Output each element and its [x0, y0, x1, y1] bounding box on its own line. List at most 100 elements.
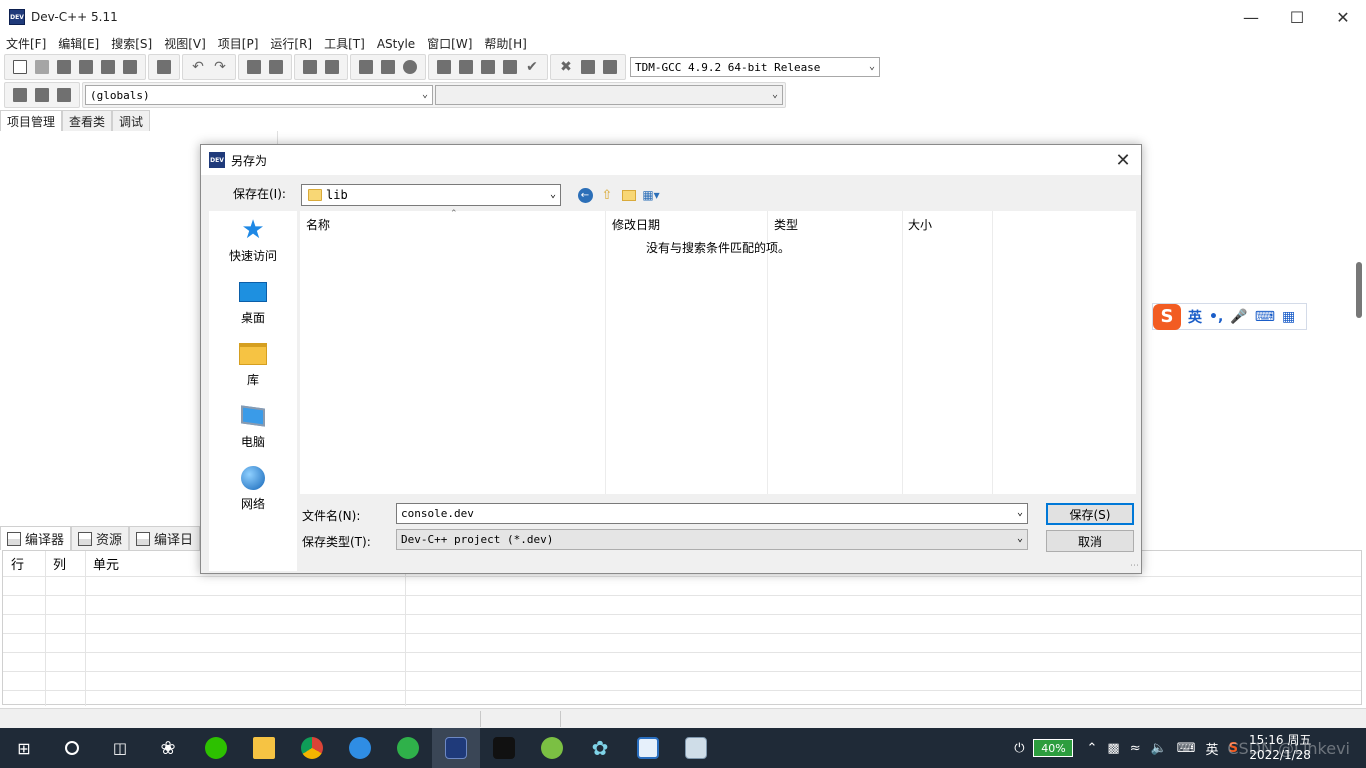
toggle-comment-icon[interactable]	[401, 58, 419, 76]
syntax-check-icon[interactable]: ✔	[523, 58, 541, 76]
profile-icon[interactable]	[601, 58, 619, 76]
menu-file[interactable]: 文件[F]	[0, 35, 52, 52]
green-circle-app-icon[interactable]	[528, 728, 576, 768]
tab-resources[interactable]: 资源	[71, 526, 130, 550]
volume-icon[interactable]: 🔈	[1151, 741, 1167, 756]
wechat-icon[interactable]	[192, 728, 240, 768]
scope-select[interactable]: (globals) ⌄	[85, 85, 433, 105]
close-all-icon[interactable]	[121, 58, 139, 76]
run-icon[interactable]	[457, 58, 475, 76]
column-size[interactable]: 大小	[908, 216, 932, 233]
chevron-up-icon[interactable]: ⌃	[1086, 741, 1097, 756]
menu-tools[interactable]: 工具[T]	[318, 35, 371, 52]
compiler-select[interactable]: TDM-GCC 4.9.2 64-bit Release ⌄	[630, 57, 880, 77]
tab-compile-log[interactable]: 编译日	[129, 526, 201, 550]
menu-astyle[interactable]: AStyle	[371, 37, 421, 51]
plus-app-icon[interactable]	[384, 728, 432, 768]
devcpp-taskbar-icon[interactable]	[432, 728, 480, 768]
scrollbar-thumb[interactable]	[1356, 262, 1362, 318]
view-menu-icon[interactable]: ▦▾	[641, 185, 661, 205]
grid-menu-icon[interactable]: ▦	[1282, 309, 1295, 325]
goto-line-icon[interactable]	[301, 58, 319, 76]
up-folder-icon[interactable]: ⇧	[597, 185, 617, 205]
new-class-icon[interactable]	[11, 86, 29, 104]
rebuild-icon[interactable]	[501, 58, 519, 76]
save-all-icon[interactable]	[77, 58, 95, 76]
filetype-select[interactable]: Dev-C++ project (*.dev) ⌄	[396, 529, 1028, 550]
new-folder-icon[interactable]	[619, 185, 639, 205]
menu-edit[interactable]: 编辑[E]	[52, 35, 105, 52]
keyboard-icon[interactable]: ⌨	[1255, 309, 1275, 325]
window-app-icon[interactable]	[624, 728, 672, 768]
column-type[interactable]: 类型	[774, 216, 798, 233]
tab-debug[interactable]: 调试	[112, 110, 151, 131]
col-line[interactable]: 行	[3, 554, 45, 573]
keyboard-icon[interactable]: ⌨	[1177, 741, 1196, 756]
windows-start-icon[interactable]: ⊞	[0, 728, 48, 768]
new-file-icon[interactable]	[11, 58, 29, 76]
cancel-button[interactable]: 取消	[1046, 530, 1134, 552]
dialog-close-button[interactable]: ✕	[1111, 148, 1135, 172]
flower-app-icon[interactable]: ✿	[576, 728, 624, 768]
compile-run-icon[interactable]	[479, 58, 497, 76]
menu-run[interactable]: 运行[R]	[264, 35, 318, 52]
undo-icon[interactable]: ↶	[189, 58, 207, 76]
battery-indicator[interactable]: 40%	[1033, 739, 1074, 757]
save-in-select[interactable]: lib ⌄	[301, 184, 561, 206]
debug-icon[interactable]	[579, 58, 597, 76]
chrome-icon[interactable]	[288, 728, 336, 768]
find-icon[interactable]	[245, 58, 263, 76]
network-status-icon[interactable]: ▩	[1107, 741, 1119, 756]
place-computer[interactable]: 电脑	[209, 397, 297, 459]
replace-icon[interactable]	[267, 58, 285, 76]
delete-class-icon[interactable]	[33, 86, 51, 104]
stop-execution-icon[interactable]: ✖	[557, 58, 575, 76]
bird-app-icon[interactable]	[480, 728, 528, 768]
member-select[interactable]: ⌄	[435, 85, 783, 105]
place-desktop[interactable]: 桌面	[209, 273, 297, 335]
file-explorer-icon[interactable]	[240, 728, 288, 768]
resize-grip-icon[interactable]: ⋯	[1130, 561, 1139, 571]
pinwheel-app-icon[interactable]: ❀	[144, 728, 192, 768]
close-file-icon[interactable]	[99, 58, 117, 76]
col-column[interactable]: 列	[45, 554, 85, 573]
maximize-button[interactable]: ☐	[1274, 0, 1320, 34]
task-view-icon[interactable]: ◫	[96, 728, 144, 768]
column-name[interactable]: 名称	[306, 216, 330, 233]
minimize-button[interactable]: —	[1228, 0, 1274, 34]
image-app-icon[interactable]	[672, 728, 720, 768]
print-icon[interactable]	[155, 58, 173, 76]
ime-language-toggle[interactable]: 英	[1188, 307, 1202, 327]
menu-window[interactable]: 窗口[W]	[421, 35, 478, 52]
filename-input[interactable]: console.dev ⌄	[396, 503, 1028, 524]
place-quick-access[interactable]: ★ 快速访问	[209, 211, 297, 273]
power-plug-icon[interactable]: ⏻	[1014, 741, 1024, 756]
ime-language-indicator[interactable]: 英	[1206, 739, 1219, 758]
place-library[interactable]: 库	[209, 335, 297, 397]
unindent-icon[interactable]	[379, 58, 397, 76]
sogou-search-icon[interactable]	[336, 728, 384, 768]
menu-project[interactable]: 项目[P]	[212, 35, 265, 52]
close-button[interactable]: ✕	[1320, 0, 1366, 34]
column-modified-date[interactable]: 修改日期	[612, 216, 660, 233]
tab-class-browser[interactable]: 查看类	[62, 110, 113, 131]
ime-punctuation-toggle[interactable]: •,	[1209, 309, 1223, 325]
wifi-icon[interactable]: ≈	[1130, 741, 1141, 756]
insert-icon[interactable]	[55, 86, 73, 104]
back-icon[interactable]: ←	[575, 185, 595, 205]
place-network[interactable]: 网络	[209, 459, 297, 521]
tab-compiler[interactable]: 编译器	[0, 526, 72, 550]
goto-function-icon[interactable]	[323, 58, 341, 76]
menu-view[interactable]: 视图[V]	[158, 35, 212, 52]
menu-help[interactable]: 帮助[H]	[478, 35, 532, 52]
save-icon[interactable]	[55, 58, 73, 76]
indent-icon[interactable]	[357, 58, 375, 76]
save-button[interactable]: 保存(S)	[1046, 503, 1134, 525]
sogou-logo-icon[interactable]: S	[1153, 303, 1181, 330]
tab-project-manager[interactable]: 项目管理	[0, 110, 63, 131]
search-icon[interactable]	[48, 728, 96, 768]
open-file-icon[interactable]	[33, 58, 51, 76]
redo-icon[interactable]: ↷	[211, 58, 229, 76]
compile-icon[interactable]	[435, 58, 453, 76]
menu-search[interactable]: 搜索[S]	[105, 35, 158, 52]
